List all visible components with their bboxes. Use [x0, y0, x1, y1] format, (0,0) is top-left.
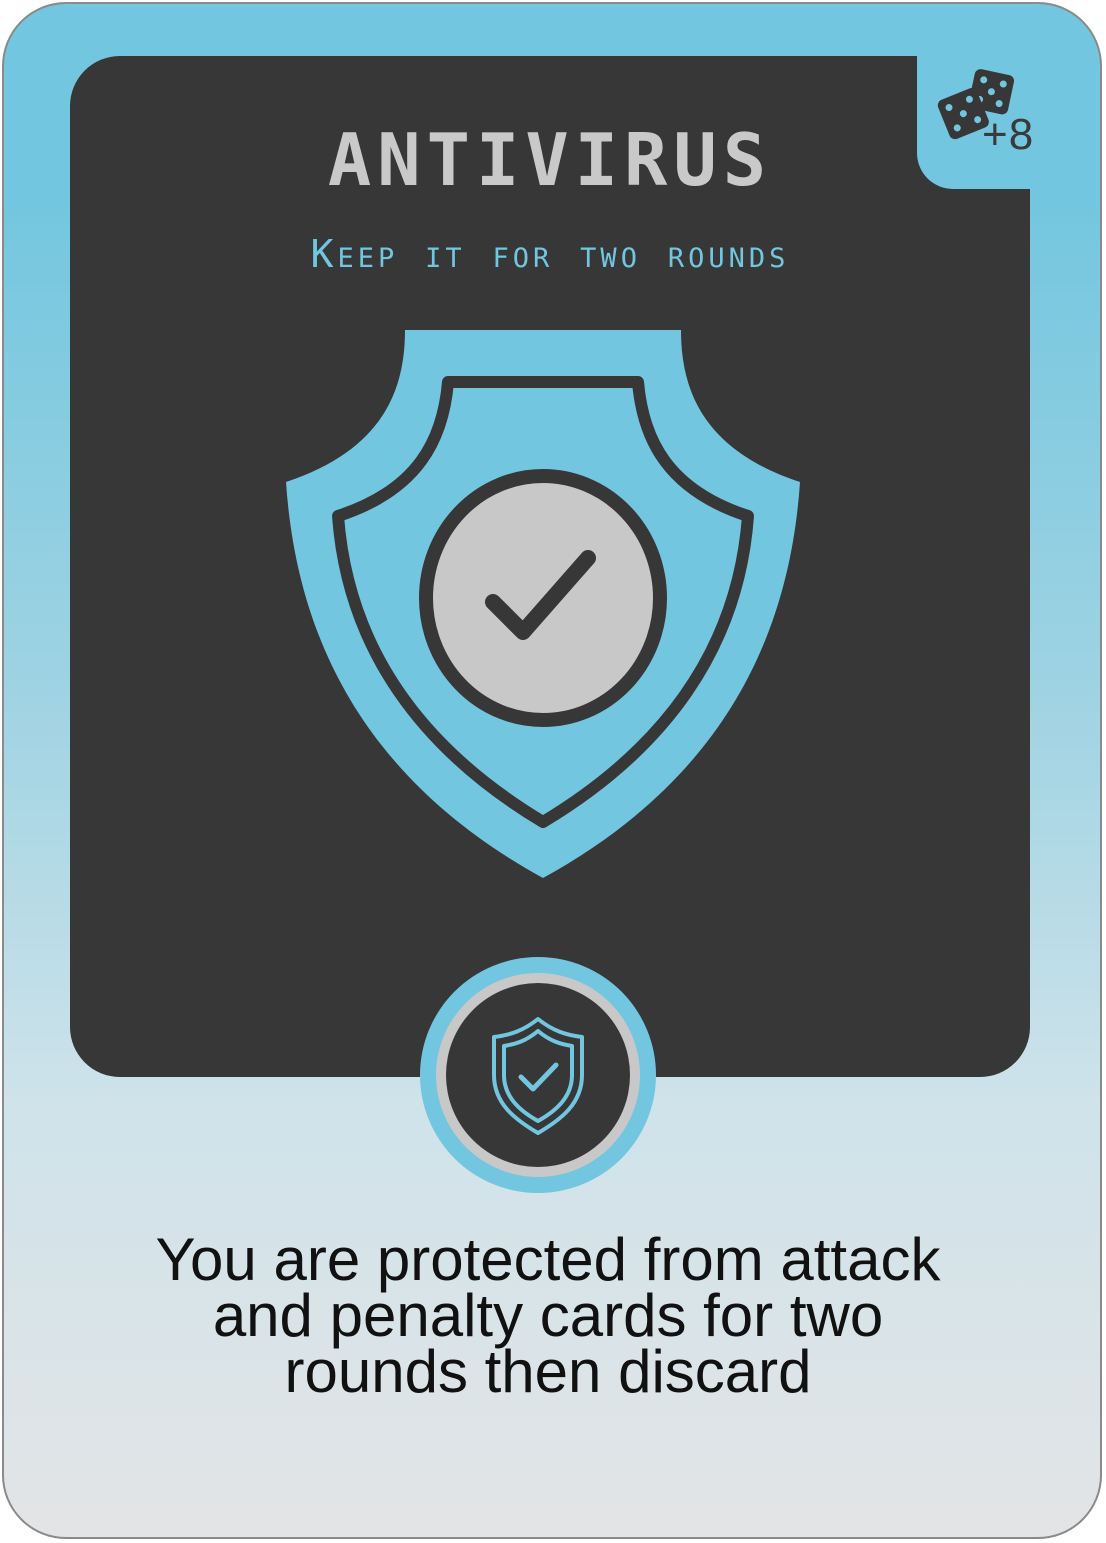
description-line: rounds then discard — [284, 1338, 812, 1405]
description-line: and penalty cards for two — [212, 1282, 884, 1349]
card-subtitle: Keep it for two rounds — [310, 232, 790, 276]
shield-check-icon — [286, 330, 800, 878]
card-title: ANTIVIRUS — [327, 118, 773, 202]
card-description: You are protected from attack and penalt… — [60, 1226, 1036, 1405]
description-line: You are protected from attack — [155, 1226, 941, 1293]
shield-check-outline-icon — [420, 957, 656, 1193]
